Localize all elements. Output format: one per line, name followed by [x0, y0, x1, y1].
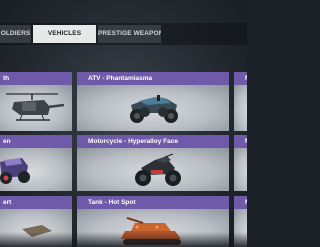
tab-prestige-weapon[interactable]: PRESTIGE WEAPON	[98, 25, 161, 43]
card-title: th	[3, 75, 10, 82]
card-title: ATV - Phantamiasma	[88, 75, 153, 82]
item-card-helicopter[interactable]: th	[0, 72, 72, 131]
card-title-bar: M	[234, 72, 247, 85]
item-card-partial[interactable]: M	[234, 135, 247, 191]
card-title-bar: M	[234, 135, 247, 148]
card-title: M	[245, 75, 247, 82]
card-title: Motorcycle - Hyperalloy Face	[88, 138, 178, 145]
card-title-bar: M	[234, 196, 247, 209]
card-preview	[77, 85, 229, 131]
card-title-bar: ert	[0, 196, 72, 209]
item-card-partial[interactable]: M	[234, 72, 247, 131]
card-title-bar: Tank - Hot Spot	[77, 196, 229, 209]
card-title: en	[3, 138, 11, 145]
card-preview	[234, 85, 247, 131]
card-title-bar: en	[0, 135, 72, 148]
buggy-icon	[0, 158, 30, 184]
card-title: Tank - Hot Spot	[88, 199, 136, 206]
atv-icon	[130, 95, 178, 123]
card-preview	[0, 85, 72, 131]
item-card-buggy[interactable]: en	[0, 135, 72, 191]
bottom-fade	[0, 232, 247, 247]
game-screen: OLDIERS VEHICLES PRESTIGE WEAPON th ATV …	[0, 0, 247, 247]
card-preview	[234, 148, 247, 191]
tab-soldiers[interactable]: OLDIERS	[0, 25, 31, 43]
tab-vehicles[interactable]: VEHICLES	[33, 25, 96, 43]
item-card-atv[interactable]: ATV - Phantamiasma	[77, 72, 229, 131]
card-title-bar: ATV - Phantamiasma	[77, 72, 229, 85]
helicopter-icon	[6, 93, 65, 121]
card-title: M	[245, 199, 247, 206]
card-title-bar: th	[0, 72, 72, 85]
item-card-motorcycle[interactable]: Motorcycle - Hyperalloy Face	[77, 135, 229, 191]
motorcycle-icon	[135, 153, 181, 186]
card-title: M	[245, 138, 247, 145]
card-preview	[0, 148, 72, 191]
card-title: ert	[3, 199, 12, 206]
card-title-bar: Motorcycle - Hyperalloy Face	[77, 135, 229, 148]
card-preview	[77, 148, 229, 191]
